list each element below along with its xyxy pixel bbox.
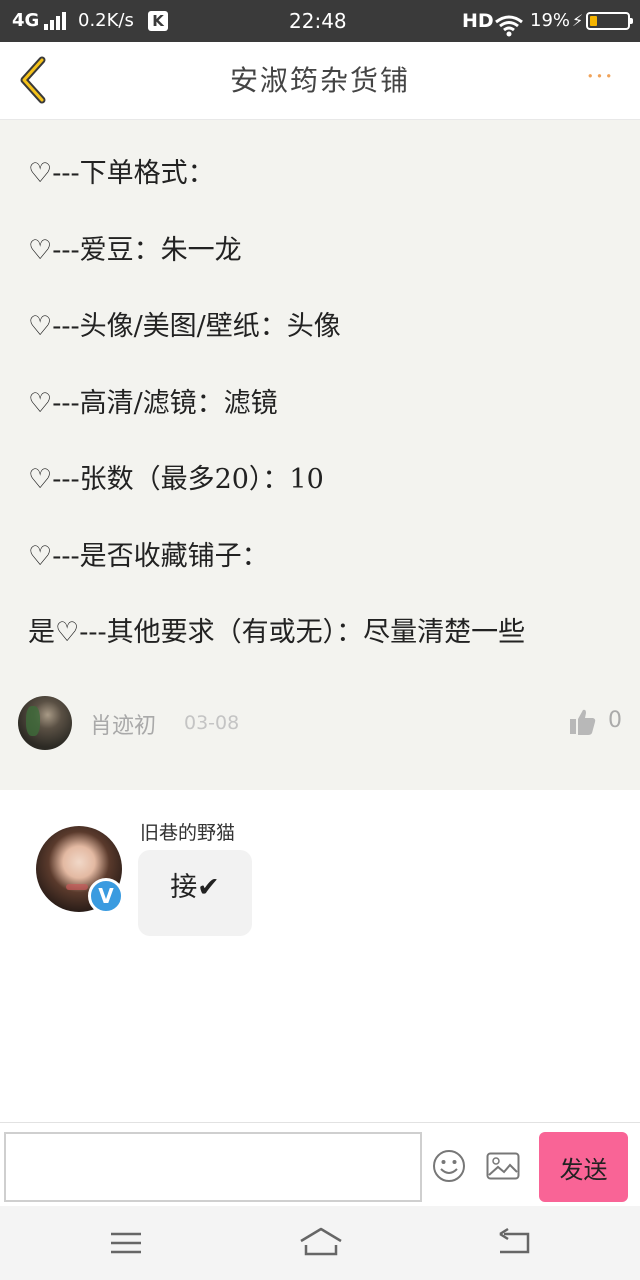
more-dots-icon: ··· [586, 62, 614, 92]
message-input[interactable] [4, 1132, 422, 1202]
reply-item: V 旧巷的野猫 接✔ [0, 790, 640, 1120]
header: 安淑筠杂货铺 ··· [0, 42, 640, 120]
post-line: ♡---下单格式： [28, 158, 215, 189]
nav-back-button[interactable] [494, 1226, 534, 1260]
reply-bubble: 接✔ [138, 850, 252, 936]
post-line: ♡---高清/滤镜：滤镜 [28, 387, 278, 419]
battery-percent: 19% [530, 10, 571, 31]
bolt-icon: ⚡ [572, 11, 584, 30]
image-button[interactable] [486, 1152, 520, 1180]
post-line: 是♡---其他要求（有或无）：尽量清楚一些 [28, 617, 526, 648]
post-card: ♡---下单格式： ♡---爱豆：朱一龙 ♡---头像/美图/壁纸：头像 ♡--… [0, 120, 640, 790]
like-button[interactable]: 0 [554, 708, 624, 738]
network-speed: 0.2K/s [78, 10, 134, 31]
home-icon [300, 1227, 342, 1256]
battery-level-fill [590, 16, 597, 26]
send-button[interactable]: 发送 [539, 1132, 628, 1202]
input-bar: 发送 [0, 1122, 640, 1206]
image-icon [486, 1152, 520, 1180]
post-line: ♡---是否收藏铺子： [28, 540, 269, 572]
network-type: 4G [12, 10, 40, 31]
nav-menu-button[interactable] [106, 1226, 146, 1260]
emoji-icon [433, 1150, 465, 1182]
signal-icon [44, 12, 66, 30]
post-line: ♡---头像/美图/壁纸：头像 [28, 311, 341, 342]
verified-badge-icon: V [88, 878, 124, 914]
post-meta: 肖迹初 03-08 0 [18, 696, 624, 752]
hd-indicator: HD [462, 10, 494, 32]
reply-author-name[interactable]: 旧巷的野猫 [140, 818, 235, 845]
battery-icon [586, 12, 633, 30]
post-content: ♡---下单格式： ♡---爱豆：朱一龙 ♡---头像/美图/壁纸：头像 ♡--… [28, 154, 628, 690]
post-line: ♡---张数（最多20）：10 [28, 464, 324, 495]
author-avatar[interactable] [18, 696, 72, 750]
app-notification-icon: K [148, 11, 168, 31]
nav-home-button[interactable] [298, 1226, 344, 1260]
status-bar: 4G 0.2K/s K 22:48 HD 19% ⚡ [0, 0, 640, 42]
thumbs-up-icon [570, 709, 596, 735]
back-arrow-icon [499, 1227, 530, 1254]
clock: 22:48 [289, 9, 347, 33]
menu-icon [111, 1232, 141, 1254]
post-line: ♡---爱豆：朱一龙 [28, 234, 242, 266]
emoji-button[interactable] [432, 1149, 466, 1183]
post-date: 03-08 [184, 712, 240, 734]
system-nav-bar [0, 1206, 640, 1280]
page-title: 安淑筠杂货铺 [229, 64, 410, 97]
more-options-button[interactable]: ··· [580, 64, 620, 96]
like-count: 0 [608, 708, 622, 733]
author-name[interactable]: 肖迹初 [90, 708, 156, 740]
wifi-icon [494, 11, 524, 37]
